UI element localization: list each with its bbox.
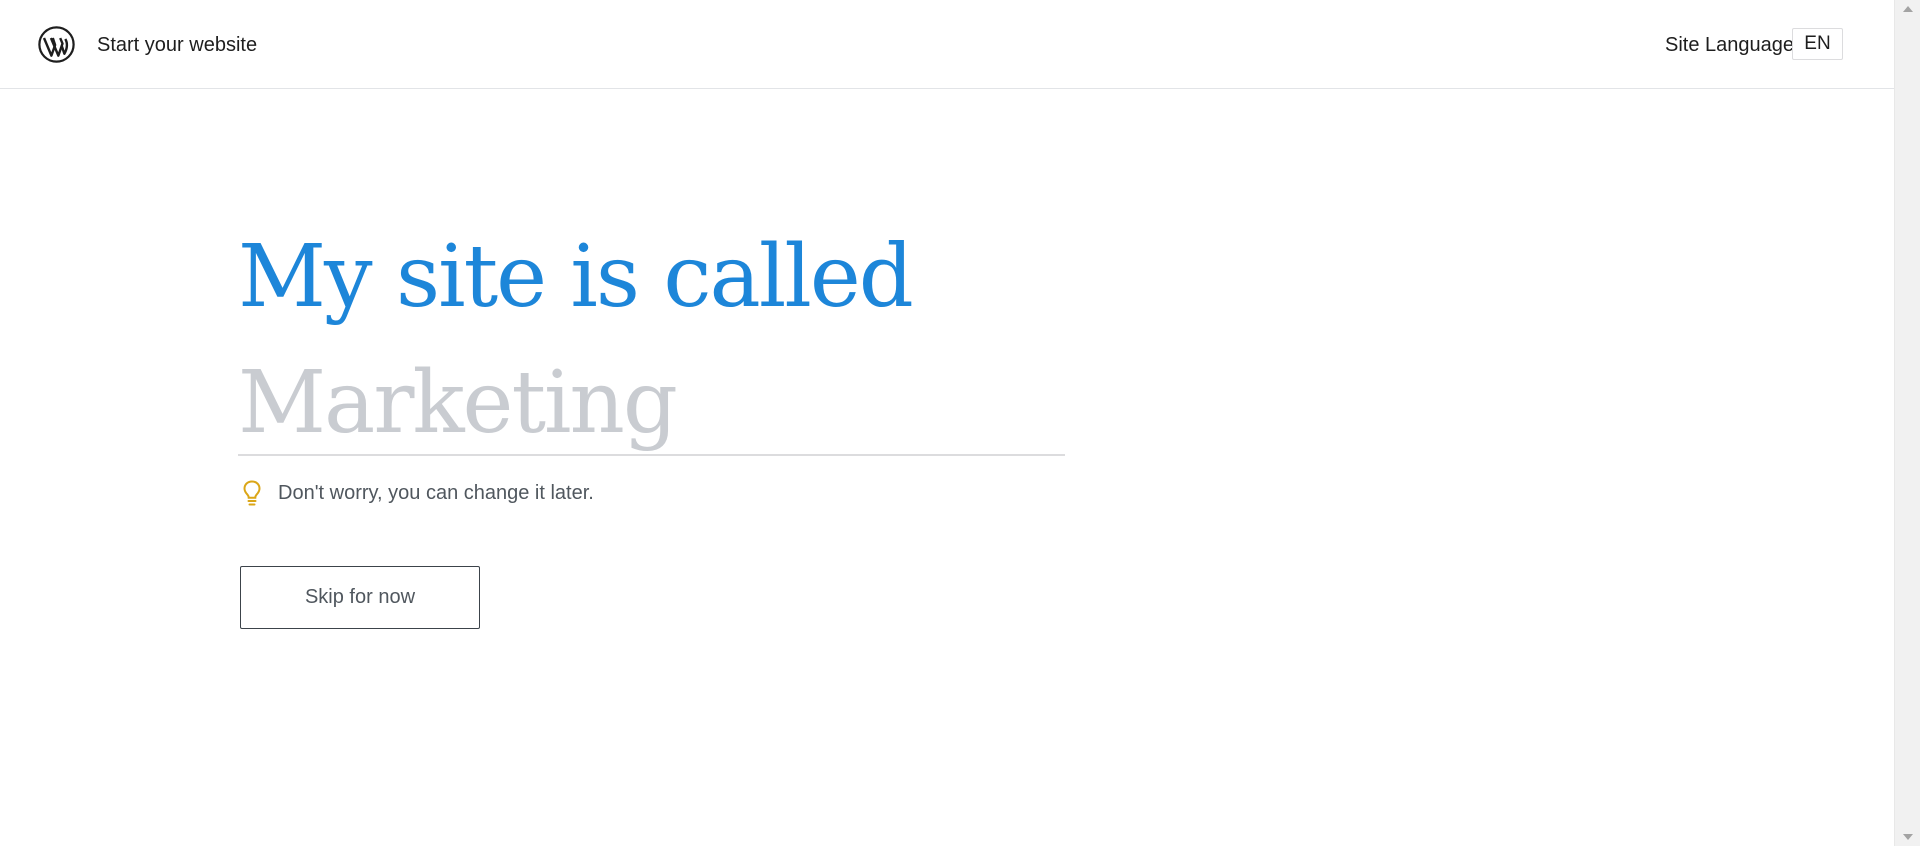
site-language-label: Site Language [1665,34,1795,56]
page-headline: My site is called [238,227,914,327]
vertical-scrollbar[interactable] [1894,0,1920,846]
site-language-button[interactable]: EN [1792,28,1843,60]
lightbulb-icon [243,480,261,506]
hint-row: Don't worry, you can change it later. [240,478,594,508]
onboarding-page: Start your website Site Language EN My s… [0,0,1894,846]
hint-text: Don't worry, you can change it later. [278,482,594,504]
skip-for-now-button[interactable]: Skip for now [240,566,480,629]
wordpress-logo-icon[interactable] [38,26,75,63]
scroll-up-arrow-icon[interactable] [1903,6,1913,12]
top-header: Start your website Site Language EN [0,0,1894,89]
site-name-input[interactable] [238,352,1065,456]
header-title: Start your website [97,34,258,56]
scroll-down-arrow-icon[interactable] [1903,834,1913,840]
